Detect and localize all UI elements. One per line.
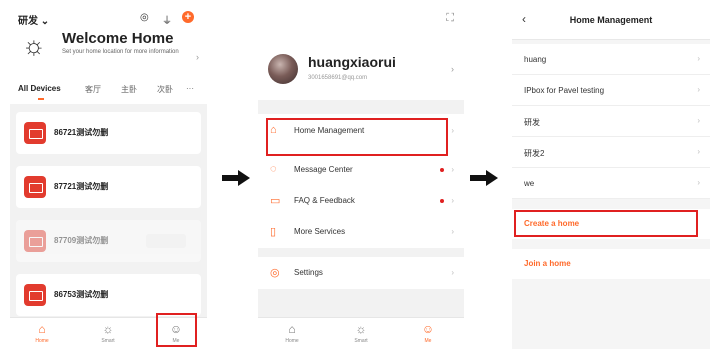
bottom-tab-bar: ⌂ Home ☼ Smart ☺ Me bbox=[258, 317, 464, 349]
chevron-right-icon: › bbox=[451, 227, 454, 236]
chevron-right-icon[interactable]: › bbox=[451, 64, 454, 74]
device-card[interactable]: 87721测试勿删 bbox=[16, 166, 201, 208]
device-card[interactable]: 86721测试勿删 bbox=[16, 112, 201, 154]
offline-indicator bbox=[146, 234, 186, 248]
tab-master-bedroom[interactable]: 主卧 bbox=[121, 84, 137, 95]
chevron-right-icon: › bbox=[697, 147, 700, 156]
chevron-right-icon: › bbox=[697, 85, 700, 94]
avatar[interactable] bbox=[268, 54, 298, 84]
tab-smart-label: Smart bbox=[354, 338, 368, 344]
device-name: 86753测试勿删 bbox=[54, 290, 109, 299]
record-icon[interactable]: ◎ bbox=[140, 12, 149, 23]
services-icon: ▯ bbox=[270, 226, 277, 238]
tab-home-label: Home bbox=[285, 338, 299, 344]
me-icon: ☺ bbox=[421, 322, 435, 336]
settings-section: ◎ Settings › bbox=[258, 257, 464, 289]
menu-more-services[interactable]: ▯ More Services › bbox=[258, 217, 464, 247]
home-item[interactable]: 研发2 › bbox=[512, 137, 710, 168]
tab-smart[interactable]: ☼ Smart bbox=[88, 322, 128, 344]
arrow-right-icon bbox=[470, 168, 500, 188]
menu-label: FAQ & Feedback bbox=[294, 196, 355, 205]
tab-me[interactable]: ☺ Me bbox=[408, 322, 448, 344]
menu-label: More Services bbox=[294, 227, 346, 236]
home-item[interactable]: we › bbox=[512, 168, 710, 199]
notification-dot bbox=[440, 199, 444, 203]
tab-me-label: Me bbox=[424, 338, 432, 344]
menu-label: Message Center bbox=[294, 165, 353, 174]
home-name: 研发 bbox=[524, 118, 540, 127]
more-icon[interactable]: ··· bbox=[186, 84, 194, 93]
home-icon: ⌂ bbox=[38, 322, 46, 336]
join-home-label: Join a home bbox=[524, 259, 571, 268]
device-card[interactable]: 86753测试勿删 bbox=[16, 274, 201, 316]
message-icon: ◌ bbox=[270, 163, 277, 175]
highlight-home-management bbox=[266, 118, 448, 156]
tab-home[interactable]: ⌂ Home bbox=[272, 322, 312, 344]
plus-icon[interactable]: + bbox=[182, 11, 194, 23]
tab-home[interactable]: ⌂ Home bbox=[22, 322, 62, 344]
me-header: ⛶ bbox=[258, 0, 464, 38]
chevron-right-icon: › bbox=[697, 54, 700, 63]
tab-second-bedroom[interactable]: 次卧 bbox=[157, 84, 173, 95]
room-tabs: All Devices 客厅 主卧 次卧 ··· bbox=[10, 82, 207, 104]
device-name: 87709测试勿删 bbox=[54, 236, 109, 245]
home-header: 研发 ⌄ ◎ ⏚ + ☼ Welcome Home Set your home … bbox=[10, 0, 207, 82]
smart-icon: ☼ bbox=[102, 322, 114, 336]
page-title: Home Management bbox=[569, 15, 653, 25]
home-name: IPbox for Pavel testing bbox=[524, 86, 605, 95]
highlight-create-home bbox=[514, 210, 698, 237]
tab-underline bbox=[38, 98, 44, 100]
welcome-title: Welcome Home bbox=[62, 30, 174, 47]
tab-all-devices[interactable]: All Devices bbox=[18, 84, 61, 93]
chevron-right-icon: › bbox=[697, 116, 700, 125]
home-name: we bbox=[524, 179, 535, 188]
tab-smart[interactable]: ☼ Smart bbox=[341, 322, 381, 344]
chevron-right-icon: › bbox=[451, 268, 454, 277]
device-icon bbox=[24, 230, 46, 252]
smart-icon: ☼ bbox=[355, 322, 367, 336]
home-item[interactable]: IPbox for Pavel testing › bbox=[512, 75, 710, 106]
welcome-subtitle[interactable]: Set your home location for more informat… bbox=[62, 49, 182, 56]
device-icon bbox=[24, 176, 46, 198]
home-management-screen: ‹ Home Management huang › IPbox for Pave… bbox=[512, 0, 710, 349]
nav-bar: ‹ Home Management bbox=[512, 0, 710, 40]
device-name: 87721测试勿删 bbox=[54, 182, 109, 191]
menu-label: Settings bbox=[294, 268, 323, 277]
device-name: 86721测试勿删 bbox=[54, 128, 109, 137]
chevron-right-icon: › bbox=[451, 165, 454, 174]
join-home-button[interactable]: Join a home bbox=[512, 249, 710, 279]
chevron-right-icon[interactable]: › bbox=[196, 52, 199, 62]
menu-settings[interactable]: ◎ Settings › bbox=[258, 258, 464, 288]
home-screen: 研发 ⌄ ◎ ⏚ + ☼ Welcome Home Set your home … bbox=[10, 0, 207, 349]
me-screen: ⛶ huangxiaorui 3001658691@qq.com › ⌂ Hom… bbox=[258, 0, 464, 349]
scan-icon[interactable]: ⛶ bbox=[446, 12, 454, 25]
menu-faq-feedback[interactable]: ▭ FAQ & Feedback › bbox=[258, 186, 464, 216]
sun-icon: ☼ bbox=[22, 30, 46, 60]
chevron-right-icon: › bbox=[451, 196, 454, 205]
home-name: huang bbox=[524, 55, 547, 64]
device-card-offline[interactable]: 87709测试勿删 bbox=[16, 220, 201, 262]
home-item[interactable]: huang › bbox=[512, 44, 710, 75]
menu-message-center[interactable]: ◌ Message Center › bbox=[258, 155, 464, 185]
feedback-icon: ▭ bbox=[270, 195, 281, 207]
chevron-right-icon: › bbox=[697, 178, 700, 187]
arrow-right-icon bbox=[222, 168, 252, 188]
tab-living-room[interactable]: 客厅 bbox=[85, 84, 101, 95]
mic-icon[interactable]: ⏚ bbox=[162, 12, 172, 27]
username: huangxiaorui bbox=[308, 54, 396, 70]
device-icon bbox=[24, 284, 46, 306]
settings-icon: ◎ bbox=[270, 267, 280, 279]
home-icon: ⌂ bbox=[288, 322, 296, 336]
highlight-me-tab bbox=[156, 313, 197, 347]
email: 3001658691@qq.com bbox=[308, 75, 368, 81]
home-selector[interactable]: 研发 ⌄ bbox=[18, 12, 49, 27]
home-item[interactable]: 研发 › bbox=[512, 106, 710, 137]
home-name: 研发2 bbox=[524, 149, 545, 158]
tab-home-label: Home bbox=[35, 338, 49, 344]
device-icon bbox=[24, 122, 46, 144]
chevron-right-icon: › bbox=[451, 126, 454, 135]
tab-smart-label: Smart bbox=[101, 338, 115, 344]
notification-dot bbox=[440, 168, 444, 172]
profile-card[interactable]: huangxiaorui 3001658691@qq.com › bbox=[258, 38, 464, 100]
